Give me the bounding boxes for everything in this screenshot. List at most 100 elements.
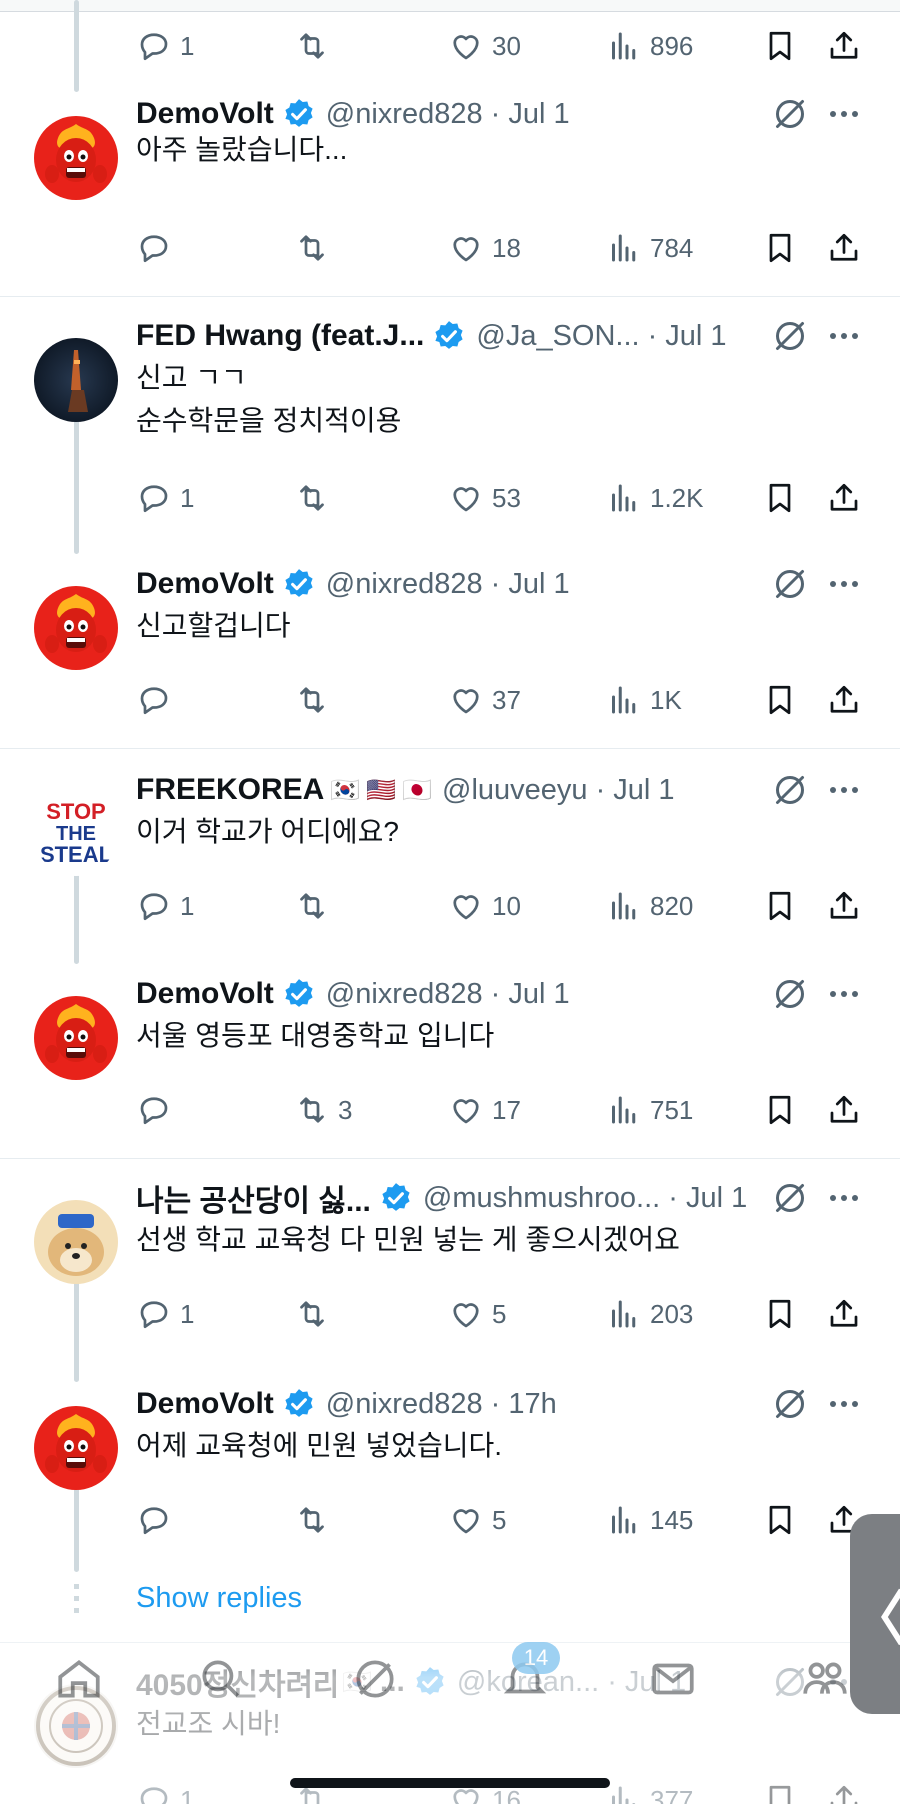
bookmark-button[interactable] <box>762 1778 798 1804</box>
bookmark-button[interactable] <box>762 1088 798 1132</box>
share-button[interactable] <box>826 226 862 270</box>
grok-nav-icon[interactable] <box>350 1654 400 1704</box>
communities-icon[interactable] <box>800 1654 850 1704</box>
show-replies-link[interactable]: Show replies <box>136 1582 302 1615</box>
like-button[interactable]: 18 <box>448 226 521 270</box>
user-handle[interactable]: @Ja_SON... <box>476 320 639 353</box>
grok-icon[interactable] <box>770 94 810 134</box>
grok-icon[interactable] <box>770 316 810 356</box>
more-icon[interactable] <box>824 1384 864 1424</box>
share-button[interactable] <box>826 476 862 520</box>
messages-icon[interactable] <box>648 1654 698 1704</box>
tweet-time[interactable]: · Jul 1 <box>491 568 570 601</box>
like-button[interactable]: 53 <box>448 476 521 520</box>
more-icon[interactable] <box>824 564 864 604</box>
tweet-time[interactable]: · Jul 1 <box>596 774 675 807</box>
avatar[interactable] <box>34 1406 118 1490</box>
reply-button[interactable] <box>136 226 180 270</box>
reply-button[interactable]: 1 <box>136 476 194 520</box>
grok-icon[interactable] <box>770 770 810 810</box>
tweet-time[interactable]: · Jul 1 <box>491 978 570 1011</box>
retweet-button[interactable] <box>294 476 338 520</box>
display-name[interactable]: FREEKOREA <box>136 773 324 807</box>
user-handle[interactable]: @nixred828 <box>326 568 483 601</box>
more-icon[interactable] <box>824 94 864 134</box>
share-button[interactable] <box>826 1088 862 1132</box>
reply-button[interactable]: 1 <box>136 1292 194 1336</box>
display-name[interactable]: 나는 공산당이 싫... <box>136 1176 371 1220</box>
views-button[interactable]: 1K <box>606 678 682 722</box>
avatar[interactable]: STOP THE STEAL <box>34 792 118 876</box>
more-icon[interactable] <box>824 1178 864 1218</box>
bookmark-button[interactable] <box>762 1292 798 1336</box>
avatar[interactable] <box>34 1200 118 1284</box>
reply-button[interactable]: 1 <box>136 884 194 928</box>
bookmark-button[interactable] <box>762 1498 798 1542</box>
like-button[interactable]: 37 <box>448 678 521 722</box>
like-button[interactable]: 5 <box>448 1292 506 1336</box>
share-button[interactable] <box>826 1292 862 1336</box>
avatar[interactable] <box>34 338 118 422</box>
search-icon[interactable] <box>196 1654 246 1704</box>
grok-icon[interactable] <box>770 1384 810 1424</box>
views-button[interactable]: 203 <box>606 1292 693 1336</box>
display-name[interactable]: FED Hwang (feat.J... <box>136 319 424 353</box>
views-button[interactable]: 896 <box>606 24 693 68</box>
bookmark-button[interactable] <box>762 678 798 722</box>
bookmark-button[interactable] <box>762 226 798 270</box>
like-button[interactable]: 17 <box>448 1088 521 1132</box>
avatar[interactable] <box>34 586 118 670</box>
like-button[interactable]: 10 <box>448 884 521 928</box>
more-icon[interactable] <box>824 316 864 356</box>
retweet-button[interactable] <box>294 1292 338 1336</box>
views-button[interactable]: 784 <box>606 226 693 270</box>
grok-icon[interactable] <box>770 974 810 1014</box>
share-button[interactable] <box>826 884 862 928</box>
views-button[interactable]: 1.2K <box>606 476 704 520</box>
views-button[interactable]: 820 <box>606 884 693 928</box>
bookmark-button[interactable] <box>762 476 798 520</box>
retweet-button[interactable] <box>294 884 338 928</box>
share-button[interactable] <box>826 1778 862 1804</box>
more-icon[interactable] <box>824 974 864 1014</box>
tweet-time[interactable]: · 17h <box>491 1388 557 1421</box>
side-panel-tab[interactable]: 〈 <box>848 1514 900 1714</box>
like-button[interactable]: 30 <box>448 24 521 68</box>
views-button[interactable]: 377 <box>606 1778 693 1804</box>
more-icon[interactable] <box>824 770 864 810</box>
retweet-button[interactable] <box>294 24 338 68</box>
avatar[interactable] <box>34 996 118 1080</box>
grok-icon[interactable] <box>770 564 810 604</box>
display-name[interactable]: DemoVolt <box>136 97 274 131</box>
avatar[interactable] <box>34 116 118 200</box>
reply-button[interactable] <box>136 1498 180 1542</box>
retweet-button[interactable] <box>294 1498 338 1542</box>
tweet-time[interactable]: · Jul 1 <box>668 1182 747 1215</box>
tweet-time[interactable]: · Jul 1 <box>491 98 570 131</box>
display-name[interactable]: DemoVolt <box>136 567 274 601</box>
retweet-button[interactable]: 3 <box>294 1088 352 1132</box>
share-button[interactable] <box>826 678 862 722</box>
display-name[interactable]: DemoVolt <box>136 1387 274 1421</box>
display-name[interactable]: DemoVolt <box>136 977 274 1011</box>
user-handle[interactable]: @luuveeyu <box>442 774 588 807</box>
user-handle[interactable]: @nixred828 <box>326 978 483 1011</box>
bookmark-button[interactable] <box>762 24 798 68</box>
views-button[interactable]: 145 <box>606 1498 693 1542</box>
bookmark-button[interactable] <box>762 884 798 928</box>
retweet-button[interactable] <box>294 678 338 722</box>
user-handle[interactable]: @mushmushroo... <box>423 1182 660 1215</box>
user-handle[interactable]: @nixred828 <box>326 98 483 131</box>
retweet-button[interactable] <box>294 226 338 270</box>
share-button[interactable] <box>826 24 862 68</box>
reply-button[interactable] <box>136 1088 180 1132</box>
home-icon[interactable] <box>54 1654 104 1704</box>
reply-button[interactable]: 1 <box>136 24 194 68</box>
reply-button[interactable]: 1 <box>136 1778 194 1804</box>
views-button[interactable]: 751 <box>606 1088 693 1132</box>
tweet-time[interactable]: · Jul 1 <box>648 320 727 353</box>
like-button[interactable]: 5 <box>448 1498 506 1542</box>
user-handle[interactable]: @nixred828 <box>326 1388 483 1421</box>
reply-button[interactable] <box>136 678 180 722</box>
grok-icon[interactable] <box>770 1178 810 1218</box>
